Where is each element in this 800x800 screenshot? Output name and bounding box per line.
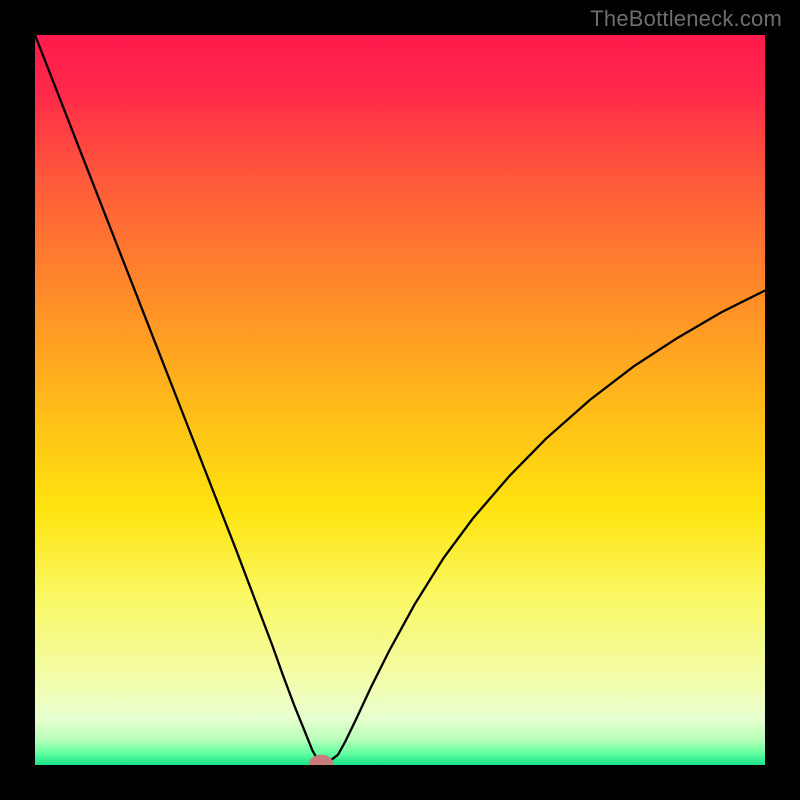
chart-frame: TheBottleneck.com (0, 0, 800, 800)
chart-plot (35, 35, 765, 765)
chart-background (35, 35, 765, 765)
watermark-text: TheBottleneck.com (590, 6, 782, 32)
